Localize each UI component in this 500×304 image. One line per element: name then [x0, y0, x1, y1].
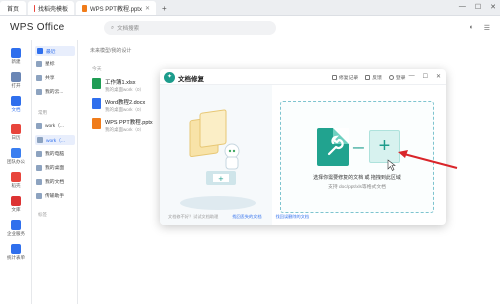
menu-icon[interactable]: ☰ — [484, 24, 490, 32]
team-icon — [11, 148, 21, 158]
document-repair-icon — [317, 128, 349, 166]
left-rail: 新建 打开 文档 日历 团队办公 稻壳 文库 企业服务 统计表单 — [0, 40, 32, 304]
recover-deleted-link[interactable]: 找回误删除的文档 — [276, 214, 310, 220]
nav-starred[interactable]: 星标 — [36, 60, 55, 67]
calendar-icon — [11, 124, 21, 134]
nav-location[interactable]: 传输助手 — [36, 192, 64, 199]
wrench-icon — [327, 135, 344, 156]
folder-icon — [37, 137, 43, 143]
repair-logo-icon: ✦ — [164, 72, 175, 83]
excel-icon — [92, 78, 101, 89]
close-icon[interactable]: ✕ — [436, 73, 441, 80]
dialog-footer: 文档修不好？试试文档助理 找回丢失的文档 找回误删除的文档 — [168, 214, 310, 220]
dialog-title: 文档修复 — [178, 76, 204, 83]
folder-icon — [36, 122, 42, 129]
illustration-panel: + — [160, 85, 272, 225]
feedback-button[interactable]: 反馈 — [365, 74, 382, 81]
supported-formats: 支持 doc/ppt/xls等格式文档 — [328, 185, 386, 190]
login-button[interactable]: 登录 — [388, 74, 405, 81]
rail-item-docs[interactable]: 文档 — [0, 96, 32, 113]
search-icon: ⌕ — [111, 24, 115, 31]
dialog-window-controls: — ☐ ✕ — [409, 73, 441, 80]
ppt-icon — [92, 118, 101, 129]
tab-bar: 首页 找稻壳模板 WPS PPT教程.pptx ✕ + — [0, 0, 500, 16]
maximize-icon[interactable]: ☐ — [475, 3, 481, 11]
tab-ppt[interactable]: WPS PPT教程.pptx ✕ — [76, 1, 156, 15]
nav-location[interactable]: 我的桌面 — [36, 164, 64, 171]
rail-item-team[interactable]: 团队办公 — [0, 148, 32, 165]
enterprise-icon — [11, 220, 21, 230]
document-icon — [11, 96, 21, 106]
breadcrumb: 未来模型/我的设计 — [90, 48, 132, 54]
history-button[interactable]: 修复记录 — [332, 74, 358, 81]
section-header: 标签 — [38, 212, 47, 217]
group-header: 今天 — [92, 67, 102, 72]
nav-location[interactable]: 我的电脑 — [36, 150, 64, 157]
rail-item-new[interactable]: 新建 — [0, 48, 32, 65]
skin-icon[interactable]: ◐ — [469, 24, 473, 32]
rail-item-forms[interactable]: 统计表单 — [0, 244, 32, 261]
word-icon — [92, 98, 101, 109]
star-icon — [36, 60, 42, 67]
recover-lost-link[interactable]: 找回丢失的文档 — [232, 214, 261, 220]
new-tab-button[interactable]: + — [162, 4, 167, 13]
list-item[interactable]: WPS PPT教程.pptx 我的桌面work（0） — [92, 118, 153, 133]
nav-location[interactable]: 我的文档 — [36, 178, 64, 185]
new-icon — [11, 48, 21, 58]
cloud-icon — [36, 88, 42, 95]
nav-shared[interactable]: 共享 — [36, 74, 55, 81]
rail-item-open[interactable]: 打开 — [0, 72, 32, 89]
folder-icon — [11, 72, 21, 82]
svg-text:+: + — [218, 175, 224, 183]
docer-icon — [34, 4, 35, 12]
repair-illustration: + — [180, 109, 256, 210]
section-header: 常用 — [38, 110, 47, 115]
feedback-icon — [365, 75, 371, 81]
rail-item-enterprise[interactable]: 企业服务 — [0, 220, 32, 237]
share-icon — [36, 74, 42, 81]
doc-repair-dialog: ✦ 文档修复 修复记录 反馈 登录 — ☐ ✕ + ━━ + 选择你需要修复的文… — [160, 69, 446, 225]
drop-instruction: 选择你需要修复的文档 或 拖拽到此区域 — [313, 175, 401, 181]
ppt-icon — [82, 4, 87, 12]
list-item[interactable]: Word教程2.docx 我的桌面work（0） — [92, 98, 145, 113]
desktop-icon — [36, 164, 42, 171]
transfer-icon — [36, 192, 42, 199]
minimize-icon[interactable]: — — [409, 73, 415, 80]
list-item[interactable]: 工作簿1.xlsx 我的桌面work（0） — [92, 78, 144, 93]
document-icon — [36, 178, 42, 185]
maximize-icon[interactable]: ☐ — [423, 73, 428, 80]
window-controls: — ☐ ✕ — [459, 3, 496, 11]
search-input[interactable]: ⌕ 文档搜索 — [104, 21, 276, 35]
form-icon — [11, 244, 21, 254]
computer-icon — [36, 150, 42, 157]
docer-icon — [11, 172, 21, 182]
file-drop-zone[interactable]: ━━ + 选择你需要修复的文档 或 拖拽到此区域 支持 doc/ppt/xls等… — [280, 101, 434, 213]
dialog-titlebar: ✦ 文档修复 修复记录 反馈 登录 — ☐ ✕ — [160, 69, 446, 85]
library-icon — [11, 196, 21, 206]
nav-cloud[interactable]: 我的云... — [36, 88, 63, 95]
clock-icon — [37, 48, 43, 54]
doc-nav: 最近 星标 共享 我的云... 常用 work（... work（... 我的电… — [32, 40, 78, 304]
arrow-icon: ━━ — [353, 143, 364, 153]
tab-template[interactable]: 找稻壳模板 — [28, 1, 74, 15]
add-file-button[interactable]: + — [369, 130, 400, 163]
tab-home[interactable]: 首页 — [0, 1, 26, 15]
close-icon[interactable]: ✕ — [490, 3, 496, 11]
header: WPS Office ⌕ 文档搜索 ◐ ☰ — [0, 16, 500, 40]
app-logo: WPS Office — [10, 22, 65, 33]
minimize-icon[interactable]: — — [459, 3, 466, 11]
nav-location[interactable]: work（... — [35, 135, 75, 145]
nav-location[interactable]: work（... — [36, 122, 64, 129]
dialog-actions: 修复记录 反馈 登录 — [332, 74, 405, 81]
rail-item-docer[interactable]: 稻壳 — [0, 172, 32, 189]
history-icon — [332, 75, 337, 81]
user-icon — [388, 75, 394, 81]
rail-item-library[interactable]: 文库 — [0, 196, 32, 213]
header-icons: ◐ ☰ — [469, 24, 490, 32]
rail-item-calendar[interactable]: 日历 — [0, 124, 32, 141]
close-tab-icon[interactable]: ✕ — [145, 5, 150, 12]
nav-recent[interactable]: 最近 — [35, 46, 75, 56]
